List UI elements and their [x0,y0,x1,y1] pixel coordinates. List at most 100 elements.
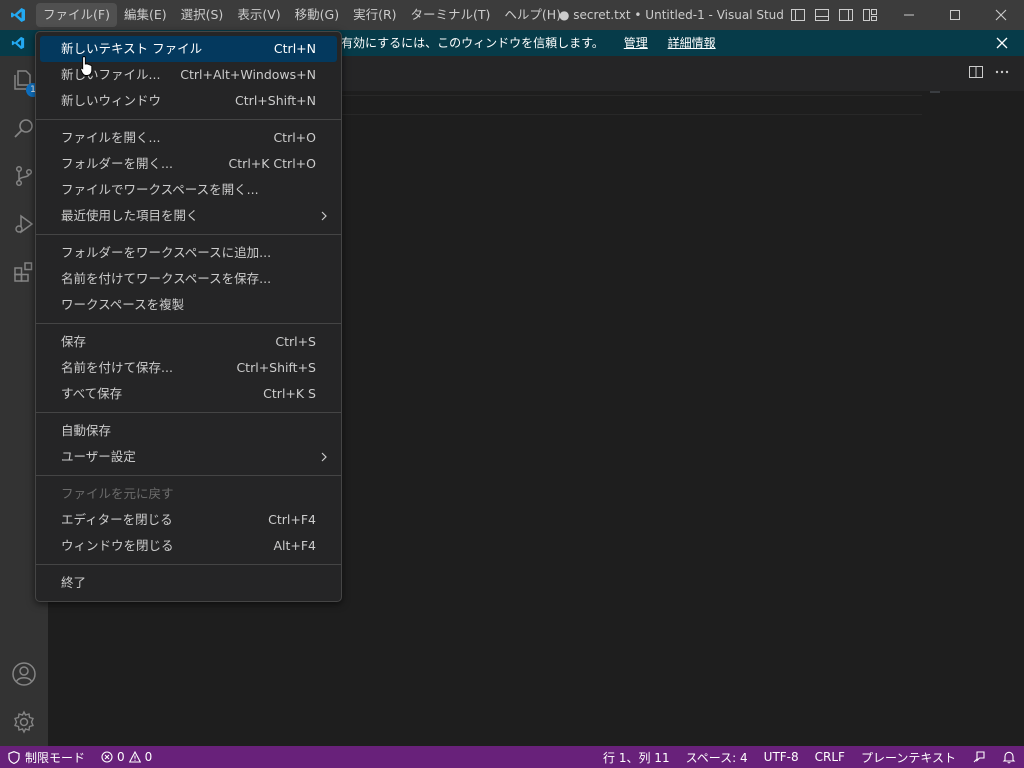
feedback-icon[interactable] [964,746,994,768]
layout-controls [788,5,880,25]
chevron-right-icon [319,444,329,479]
banner-details-link[interactable]: 詳細情報 [668,36,716,50]
menu-item-label: ファイルでワークスペースを開く... [61,182,259,197]
menu-item-save-workspace-as[interactable]: 名前を付けてワークスペースを保存... [36,266,341,292]
title-bar: ファイル(F) 編集(E) 選択(S) 表示(V) 移動(G) 実行(R) ター… [0,0,1024,30]
minimap[interactable] [930,91,940,93]
more-actions-icon[interactable] [994,64,1010,84]
menu-item-duplicate-workspace[interactable]: ワークスペースを複製 [36,292,341,318]
editor-actions [968,64,1010,84]
menu-item-label: 自動保存 [61,423,112,438]
menu-item-shortcut: Ctrl+Alt+Windows+N [180,67,316,82]
menu-terminal[interactable]: ターミナル(T) [404,3,498,27]
settings-gear-icon[interactable] [0,698,48,746]
error-icon [101,751,113,763]
notifications-bell-icon[interactable] [994,746,1024,768]
restricted-mode-status[interactable]: 制限モード [0,746,94,768]
menu-item-label: 最近使用した項目を開く [61,208,199,223]
menu-item-add-folder-to-workspace[interactable]: フォルダーをワークスペースに追加... [36,240,341,266]
menu-item-label: 終了 [61,575,87,590]
error-count: 0 [117,750,125,764]
menu-separator [36,119,341,120]
banner-text: 有効にするには、このウィンドウを信頼します。 [341,36,604,50]
menu-item-shortcut: Ctrl+K Ctrl+O [228,156,316,171]
warning-count: 0 [144,750,153,764]
menu-item-label: すべて保存 [61,386,123,401]
menu-item-shortcut: Ctrl+K S [263,386,316,401]
end-of-line[interactable]: CRLF [807,746,853,768]
split-editor-icon[interactable] [968,64,984,84]
status-bar: 制限モード 0 0 行 1、列 11 スペース: 4 UTF-8 CRLF プレ… [0,746,1024,768]
language-mode[interactable]: プレーンテキスト [853,746,964,768]
menu-item-shortcut: Ctrl+N [273,41,316,56]
menu-item-exit[interactable]: 終了 [36,570,341,596]
menu-item-open-workspace-from-file[interactable]: ファイルでワークスペースを開く... [36,177,341,203]
menu-go[interactable]: 移動(G) [288,3,346,27]
menu-item-label: ウィンドウを閉じる [61,538,174,553]
shield-icon [8,750,20,764]
menu-item-label: ファイルを元に戻す [61,486,174,501]
status-right-group: 行 1、列 11 スペース: 4 UTF-8 CRLF プレーンテキスト [595,746,1024,768]
menu-item-label: 名前を付けてワークスペースを保存... [61,271,272,286]
menu-item-label: フォルダーをワークスペースに追加... [61,245,272,260]
menu-item-save-all[interactable]: すべて保存 Ctrl+K S [36,381,341,407]
menu-item-shortcut: Ctrl+S [275,334,316,349]
hand-pointer-cursor-icon [80,55,94,77]
menu-help[interactable]: ヘルプ(H) [497,3,568,27]
menu-item-shortcut: Ctrl+F4 [268,512,316,527]
toggle-panel-icon[interactable] [812,5,832,25]
menu-item-preferences[interactable]: ユーザー設定 [36,444,341,470]
menu-view[interactable]: 表示(V) [230,3,287,27]
close-window-icon[interactable] [978,0,1024,30]
menu-item-shortcut: Ctrl+Shift+S [236,360,316,375]
menu-edit[interactable]: 編集(E) [117,3,174,27]
minimize-icon[interactable] [886,0,932,30]
menu-item-label: ファイルを開く... [61,130,161,145]
maximize-icon[interactable] [932,0,978,30]
encoding[interactable]: UTF-8 [756,746,807,768]
close-icon[interactable] [992,33,1012,53]
cursor-position[interactable]: 行 1、列 11 [595,746,678,768]
menu-separator [36,412,341,413]
menu-file[interactable]: ファイル(F) [36,3,117,27]
vscode-logo-icon [0,0,36,30]
window-title: ● secret.txt • Untitled-1 - Visual Studi… [559,8,785,22]
menu-selection[interactable]: 選択(S) [174,3,231,27]
menu-item-label: ユーザー設定 [61,449,136,464]
toggle-secondary-sidebar-icon[interactable] [836,5,856,25]
indentation[interactable]: スペース: 4 [678,746,756,768]
accounts-icon[interactable] [0,650,48,698]
menu-separator [36,234,341,235]
menu-bar: ファイル(F) 編集(E) 選択(S) 表示(V) 移動(G) 実行(R) ター… [36,0,568,30]
banner-message: 有効にするには、このウィンドウを信頼します。 管理 詳細情報 [341,30,716,56]
menu-item-label: フォルダーを開く... [61,156,173,171]
menu-run[interactable]: 実行(R) [346,3,403,27]
menu-item-open-recent[interactable]: 最近使用した項目を開く [36,203,341,229]
menu-item-close-window[interactable]: ウィンドウを閉じる Alt+F4 [36,533,341,559]
customize-layout-icon[interactable] [860,5,880,25]
chevron-right-icon [319,203,329,238]
shield-icon [0,36,36,50]
file-menu-dropdown: 新しいテキスト ファイル Ctrl+N 新しいファイル... Ctrl+Alt+… [35,31,342,602]
menu-item-close-editor[interactable]: エディターを閉じる Ctrl+F4 [36,507,341,533]
toggle-primary-sidebar-icon[interactable] [788,5,808,25]
menu-separator [36,323,341,324]
menu-item-new-window[interactable]: 新しいウィンドウ Ctrl+Shift+N [36,88,341,114]
menu-item-save[interactable]: 保存 Ctrl+S [36,329,341,355]
menu-item-shortcut: Ctrl+O [273,130,316,145]
restricted-mode-label: 制限モード [25,750,86,765]
menu-item-label: ワークスペースを複製 [61,297,185,312]
menu-separator [36,564,341,565]
menu-separator [36,475,341,476]
banner-manage-link[interactable]: 管理 [624,36,648,50]
menu-item-label: 保存 [61,334,87,349]
menu-item-label: 新しいファイル... [61,67,161,82]
menu-item-open-folder[interactable]: フォルダーを開く... Ctrl+K Ctrl+O [36,151,341,177]
problems-status[interactable]: 0 0 [93,750,160,764]
menu-item-revert-file: ファイルを元に戻す [36,481,341,507]
menu-item-save-as[interactable]: 名前を付けて保存... Ctrl+Shift+S [36,355,341,381]
menu-item-shortcut: Ctrl+Shift+N [235,93,316,108]
warning-icon [128,751,141,763]
menu-item-open-file[interactable]: ファイルを開く... Ctrl+O [36,125,341,151]
menu-item-auto-save[interactable]: 自動保存 [36,418,341,444]
